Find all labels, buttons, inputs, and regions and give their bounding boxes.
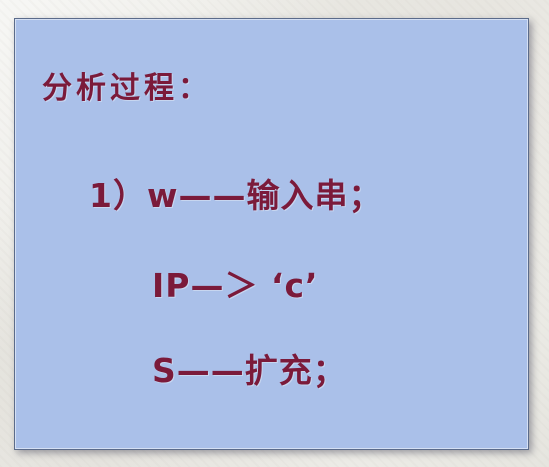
step-1-line: 1）w——输入串； [89,176,383,215]
slide-panel: 分析过程： 1）w——输入串； IP—＞ ‘c’ S——扩充； [14,18,529,450]
slide-heading: 分析过程： [42,71,212,106]
s-line: S——扩充； [152,351,347,390]
ip-line: IP—＞ ‘c’ [152,266,319,305]
